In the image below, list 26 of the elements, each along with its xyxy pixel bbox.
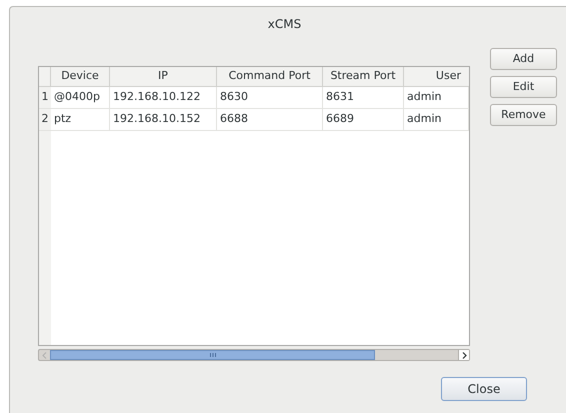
table-cell: 192.168.10.122 — [110, 87, 217, 108]
column-header[interactable]: User — [404, 67, 469, 86]
side-button[interactable]: Remove — [490, 104, 557, 126]
table-cell: admin — [404, 109, 469, 130]
table-cell: 8630 — [217, 87, 323, 108]
scroll-right-icon[interactable] — [458, 350, 469, 360]
side-button[interactable]: Add — [490, 48, 557, 70]
window-title: xCMS — [268, 16, 302, 33]
horizontal-scrollbar[interactable] — [38, 349, 470, 361]
row-number: 2 — [39, 109, 51, 131]
table-cell: @0400p — [51, 87, 110, 108]
column-header[interactable]: Stream Port — [323, 67, 404, 86]
close-button[interactable]: Close — [441, 377, 527, 401]
table-cell: 6688 — [217, 109, 323, 130]
column-header[interactable]: Command Port — [217, 67, 323, 86]
table-cell: admin — [404, 87, 469, 108]
table-cell: 192.168.10.152 — [110, 109, 217, 130]
table-cell: 6689 — [323, 109, 404, 130]
column-header[interactable]: Device — [51, 67, 110, 86]
table-cell: 8631 — [323, 87, 404, 108]
table-cell: ptz — [51, 109, 110, 130]
row-number: 1 — [39, 87, 51, 109]
grip-icon — [210, 353, 216, 357]
side-button[interactable]: Edit — [490, 76, 557, 98]
column-header[interactable]: IP — [110, 67, 217, 86]
scroll-thumb[interactable] — [50, 350, 375, 360]
